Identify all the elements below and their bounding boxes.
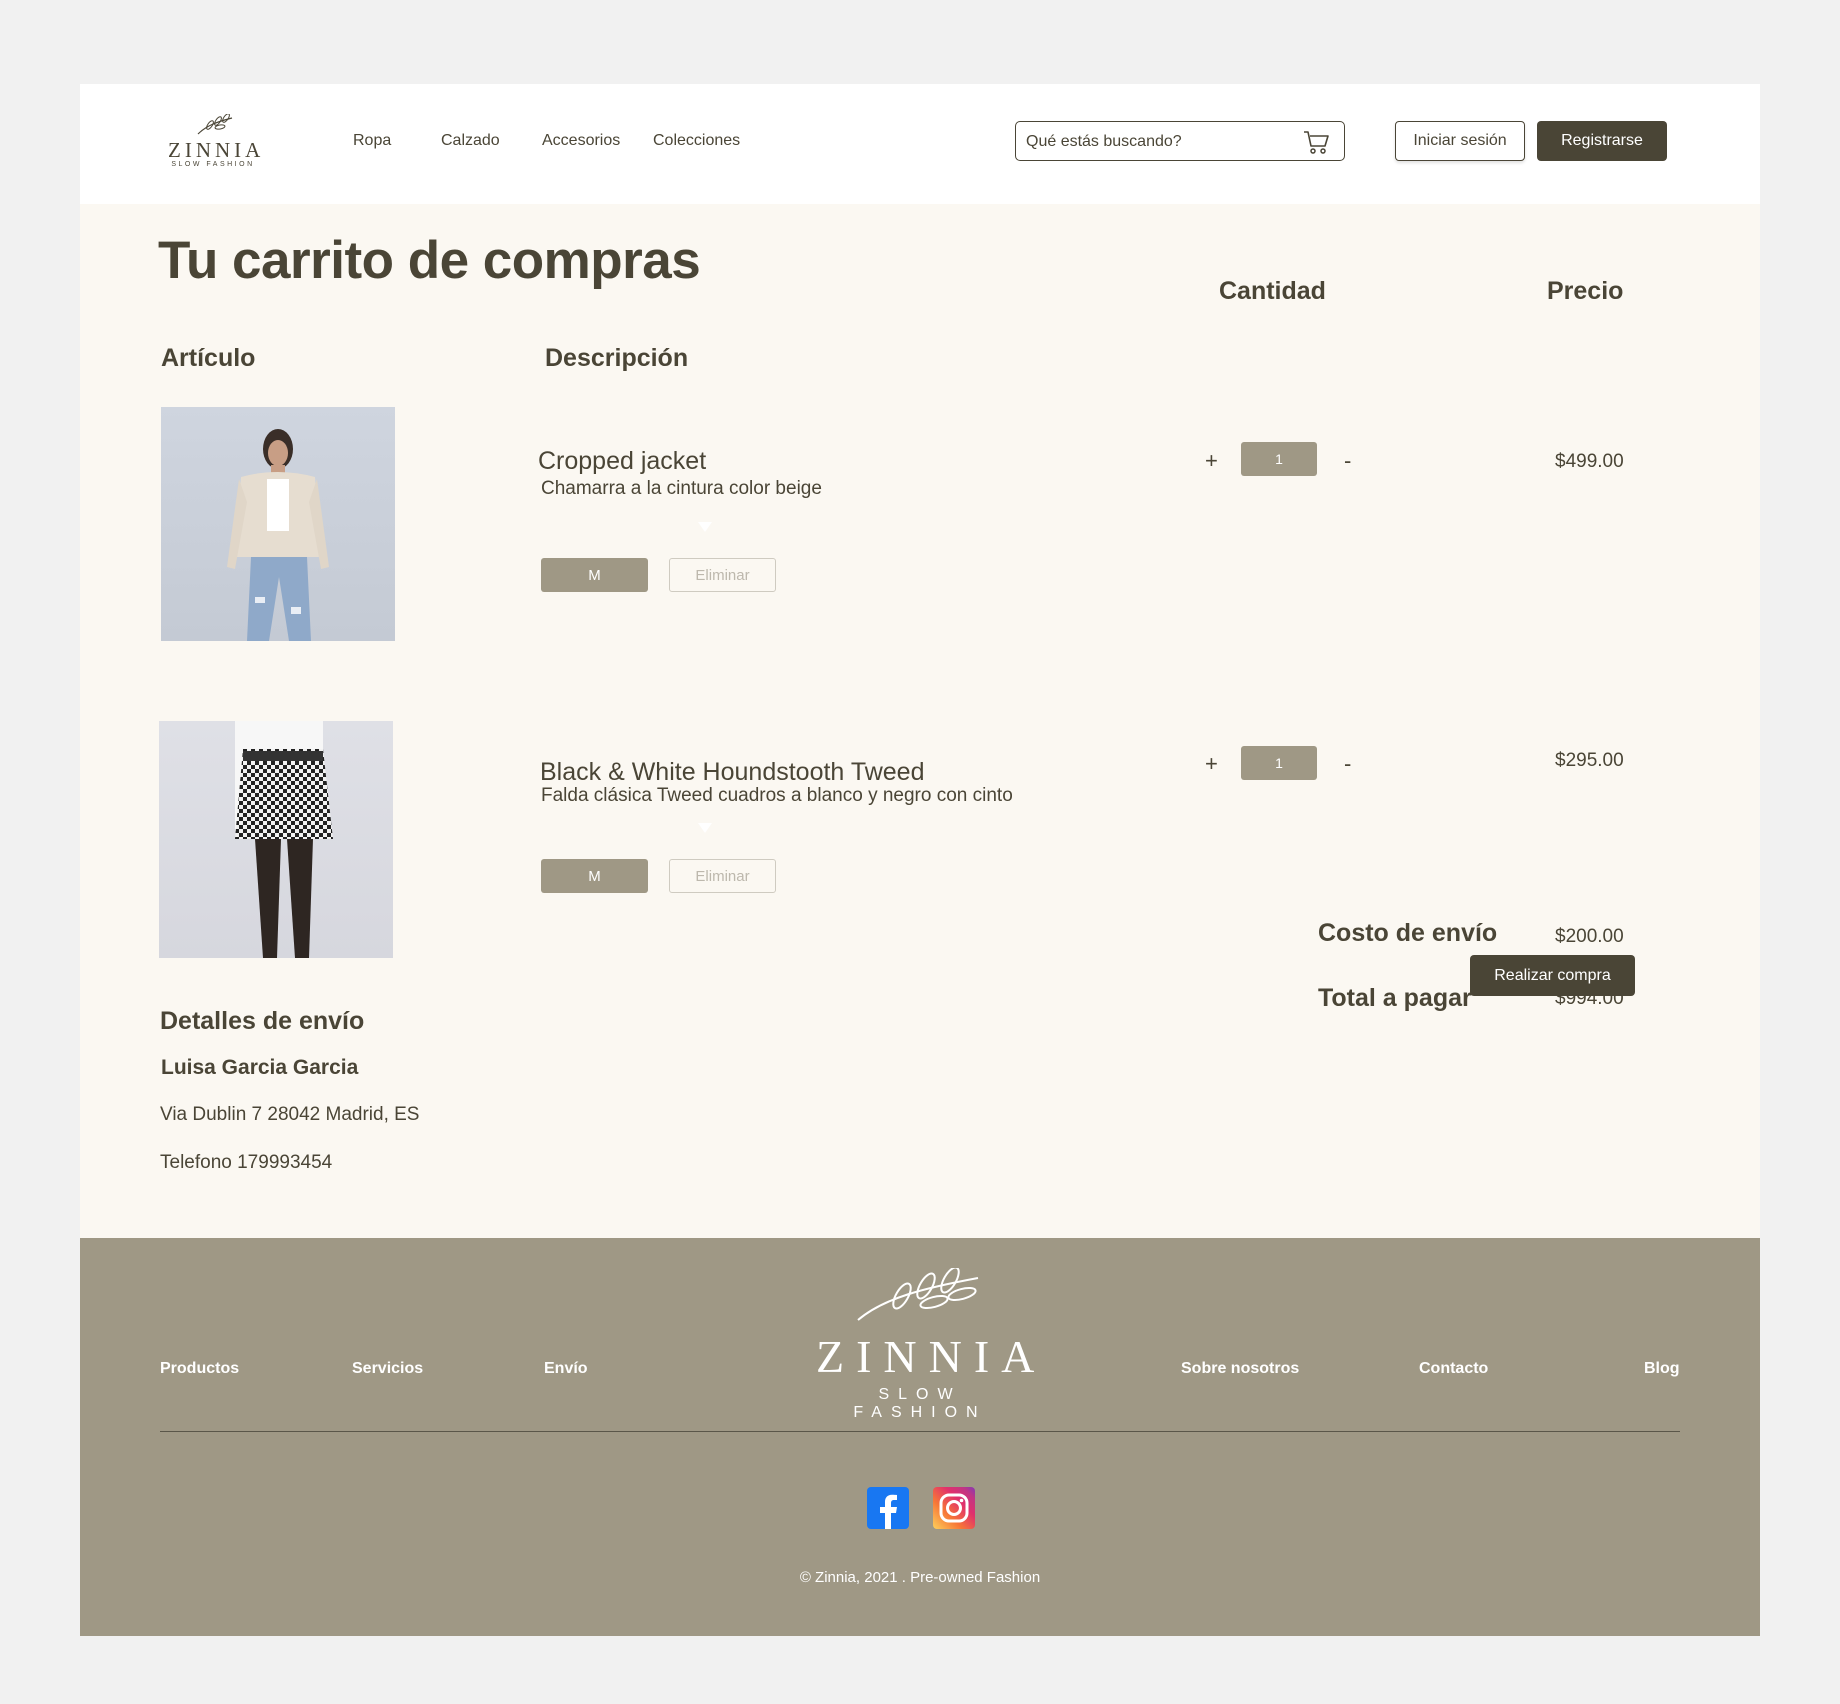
nav-accesorios[interactable]: Accesorios — [542, 132, 620, 150]
size-select[interactable]: M — [541, 859, 648, 893]
footer-divider — [160, 1431, 1680, 1432]
column-header-quantity: Cantidad — [1219, 277, 1326, 305]
page: ZINNIA SLOW FASHION Ropa Calzado Accesor… — [80, 84, 1760, 1636]
nav-calzado[interactable]: Calzado — [441, 132, 500, 150]
footer-link-blog[interactable]: Blog — [1644, 1360, 1680, 1378]
brand-logo[interactable]: ZINNIA SLOW FASHION — [168, 114, 265, 172]
footer-logo-tagline: SLOW FASHION — [853, 1386, 987, 1421]
shipping-details-heading: Detalles de envío — [160, 1007, 365, 1035]
search-input[interactable] — [1026, 131, 1296, 153]
product-name[interactable]: Cropped jacket — [538, 447, 706, 476]
footer-link-sobre-nosotros[interactable]: Sobre nosotros — [1181, 1360, 1299, 1378]
column-header-article: Artículo — [161, 344, 256, 372]
page-title: Tu carrito de compras — [158, 231, 701, 290]
shipping-cost-value: $200.00 — [1555, 926, 1624, 947]
register-button[interactable]: Registrarse — [1537, 121, 1667, 161]
item-price: $295.00 — [1555, 750, 1624, 771]
product-description: Falda clásica Tweed cuadros a blanco y n… — [541, 785, 1013, 806]
leaf-branch-icon — [197, 114, 233, 135]
leaf-branch-icon — [857, 1268, 979, 1321]
size-dropdown-caret-icon[interactable] — [698, 823, 712, 833]
footer-link-servicios[interactable]: Servicios — [352, 1360, 423, 1378]
logo-tagline: SLOW FASHION — [171, 161, 255, 168]
item-price: $499.00 — [1555, 451, 1624, 472]
checkout-button[interactable]: Realizar compra — [1470, 955, 1635, 996]
nav-ropa[interactable]: Ropa — [353, 132, 391, 150]
product-image-houndstooth-skirt[interactable] — [159, 721, 393, 958]
footer-link-contacto[interactable]: Contacto — [1419, 1360, 1488, 1378]
shopping-cart-icon[interactable] — [1302, 128, 1330, 156]
copyright-text: © Zinnia, 2021 . Pre-owned Fashion — [799, 1569, 1041, 1586]
footer-brand-logo[interactable]: ZINNIA SLOW FASHION — [806, 1268, 1047, 1421]
footer-link-envio[interactable]: Envío — [544, 1360, 588, 1378]
instagram-icon[interactable] — [933, 1487, 975, 1529]
remove-item-button[interactable]: Eliminar — [669, 558, 776, 592]
column-header-description: Descripción — [545, 344, 689, 372]
footer-link-productos[interactable]: Productos — [160, 1360, 239, 1378]
logo-wordmark: ZINNIA — [168, 138, 265, 162]
search-box — [1015, 121, 1345, 161]
remove-item-button[interactable]: Eliminar — [669, 859, 776, 893]
site-footer: Productos Servicios Envío ZINNIA SLOW FA… — [80, 1238, 1760, 1636]
cart-main: Tu carrito de compras Cantidad Precio Ar… — [80, 204, 1760, 1238]
column-header-price: Precio — [1547, 277, 1624, 305]
nav-colecciones[interactable]: Colecciones — [653, 132, 740, 150]
quantity-field[interactable]: 1 — [1241, 442, 1317, 476]
quantity-increase-button[interactable]: + — [1205, 448, 1218, 474]
facebook-icon[interactable] — [867, 1487, 909, 1529]
jacket-photo-illustration — [227, 429, 329, 641]
product-image-cropped-jacket[interactable] — [161, 407, 395, 641]
product-name[interactable]: Black & White Houndstooth Tweed — [540, 758, 924, 787]
shipping-address: Via Dublin 7 28042 Madrid, ES — [160, 1104, 420, 1125]
quantity-field[interactable]: 1 — [1241, 746, 1317, 780]
size-select[interactable]: M — [541, 558, 648, 592]
quantity-increase-button[interactable]: + — [1205, 751, 1218, 777]
product-description: Chamarra a la cintura color beige — [541, 478, 822, 499]
quantity-decrease-button[interactable]: - — [1344, 751, 1351, 777]
skirt-photo-illustration — [235, 721, 333, 958]
shipping-cost-label: Costo de envío — [1318, 919, 1498, 947]
login-button[interactable]: Iniciar sesión — [1395, 121, 1525, 161]
recipient-name: Luisa Garcia Garcia — [161, 1056, 359, 1079]
quantity-decrease-button[interactable]: - — [1344, 448, 1351, 474]
footer-logo-wordmark: ZINNIA — [816, 1331, 1047, 1382]
total-label: Total a pagar — [1318, 984, 1472, 1012]
size-dropdown-caret-icon[interactable] — [698, 522, 712, 532]
shipping-phone: Telefono 179993454 — [160, 1152, 333, 1173]
site-header: ZINNIA SLOW FASHION Ropa Calzado Accesor… — [80, 84, 1760, 204]
